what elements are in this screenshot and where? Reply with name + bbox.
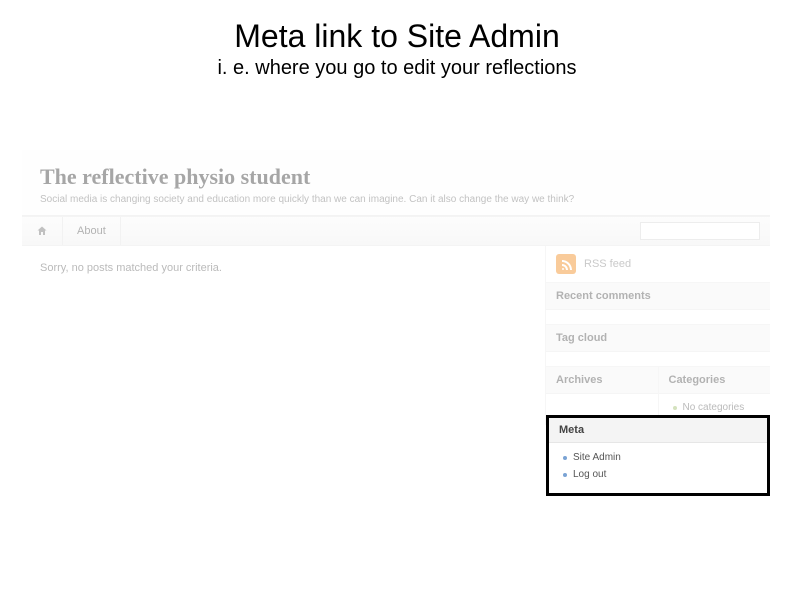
home-icon — [36, 225, 48, 237]
site-title[interactable]: The reflective physio student — [40, 164, 752, 190]
bullet-icon — [563, 473, 567, 477]
slide-subtitle: i. e. where you go to edit your reflecti… — [0, 57, 794, 80]
categories-heading: Categories — [659, 367, 771, 394]
no-categories-label: No categories — [683, 402, 745, 413]
rss-icon[interactable] — [556, 254, 576, 274]
rss-widget: RSS feed — [546, 246, 770, 283]
sidebar: RSS feed Recent comments Tag cloud Archi… — [545, 246, 770, 425]
meta-heading: Meta — [549, 418, 767, 443]
no-posts-message: Sorry, no posts matched your criteria. — [40, 262, 527, 274]
site-tagline: Social media is changing society and edu… — [40, 194, 752, 205]
rss-label[interactable]: RSS feed — [584, 258, 631, 270]
meta-widget-highlight: Meta Site Admin Log out — [546, 415, 770, 496]
main-nav: About — [22, 216, 770, 246]
list-item: No categories — [673, 400, 761, 415]
meta-logout-item[interactable]: Log out — [563, 466, 757, 483]
archives-heading: Archives — [546, 367, 658, 394]
screenshot-container: The reflective physio student Social med… — [22, 150, 770, 508]
bullet-icon — [673, 406, 677, 410]
logout-link[interactable]: Log out — [573, 469, 606, 480]
recent-comments-widget: Recent comments — [546, 283, 770, 325]
site-admin-link[interactable]: Site Admin — [573, 452, 621, 463]
nav-about[interactable]: About — [63, 217, 121, 245]
main-column: Sorry, no posts matched your criteria. — [22, 246, 545, 290]
tag-cloud-widget: Tag cloud — [546, 325, 770, 367]
recent-comments-heading: Recent comments — [546, 283, 770, 310]
meta-site-admin-item[interactable]: Site Admin — [563, 449, 757, 466]
search-input[interactable] — [640, 222, 760, 240]
site-header: The reflective physio student Social med… — [22, 150, 770, 216]
tag-cloud-heading: Tag cloud — [546, 325, 770, 352]
nav-search — [630, 222, 770, 240]
slide-title: Meta link to Site Admin — [0, 18, 794, 55]
nav-home[interactable] — [22, 217, 63, 245]
bullet-icon — [563, 456, 567, 460]
content-area: Sorry, no posts matched your criteria. R… — [22, 246, 770, 425]
